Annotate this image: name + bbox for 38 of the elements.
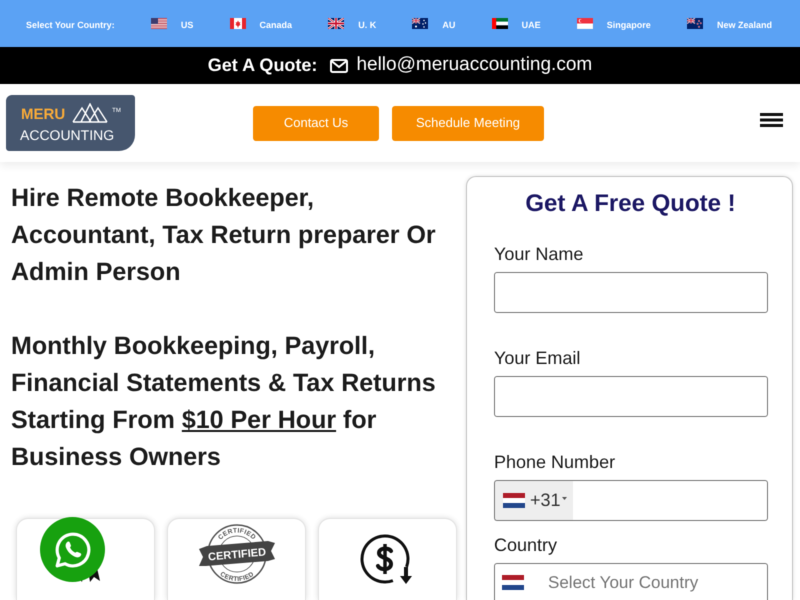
logo-text: MERU xyxy=(20,107,66,122)
country-select[interactable]: Select Your Country xyxy=(494,563,768,600)
logo-text: ACCOUNTING xyxy=(20,127,116,143)
uk-flag-icon xyxy=(328,18,344,29)
new-zealand-flag-icon xyxy=(686,18,703,29)
field-label: Phone Number xyxy=(494,451,616,474)
country-link[interactable]: AU xyxy=(412,18,456,32)
singapore-flag-icon xyxy=(576,18,593,29)
field-label: Your Email xyxy=(494,347,582,370)
country-link[interactable]: U. K xyxy=(328,18,376,32)
country-link[interactable]: UAE xyxy=(492,18,541,32)
header-button[interactable]: Schedule Meeting xyxy=(392,106,544,140)
canada-flag-icon xyxy=(230,18,246,29)
text-input[interactable] xyxy=(494,272,768,313)
menu-icon[interactable] xyxy=(760,113,783,127)
price-link[interactable]: $10 Per Hour xyxy=(182,406,336,434)
mountain-icon xyxy=(72,103,108,123)
country-link[interactable]: US xyxy=(150,18,194,32)
field-label: Country xyxy=(494,534,558,557)
mail-icon xyxy=(330,58,348,72)
uae-flag-icon xyxy=(492,18,508,29)
phone-bubble-icon xyxy=(54,530,92,568)
country-select-label: Select Your Country: xyxy=(26,18,115,32)
country-link[interactable]: Singapore xyxy=(576,18,651,32)
header-button[interactable]: Contact Us xyxy=(253,106,379,140)
country-link[interactable]: Canada xyxy=(230,18,292,32)
offer-text: Monthly Bookkeeping, Payroll, Financial Statements & Tax Returns Starting From $10 Per Hour for Business Owners xyxy=(11,331,437,473)
stamp-text: CERTIFIED xyxy=(207,546,266,564)
headline: Hire Remote Bookkeeper, Accountant, Tax Return preparer Or Admin Person xyxy=(11,183,437,288)
us-flag-icon xyxy=(150,18,167,29)
text-input[interactable] xyxy=(494,376,768,417)
australia-flag-icon xyxy=(412,18,428,29)
email-link[interactable]: hello@meruaccounting.com xyxy=(356,51,592,80)
form-title: Get A Free Quote ! xyxy=(524,189,737,219)
field-label: Your Name xyxy=(494,243,584,266)
netherlands-flag-icon xyxy=(502,575,524,590)
country-link[interactable]: New Zealand xyxy=(686,18,772,32)
quote-label: Get A Quote: xyxy=(208,54,318,77)
